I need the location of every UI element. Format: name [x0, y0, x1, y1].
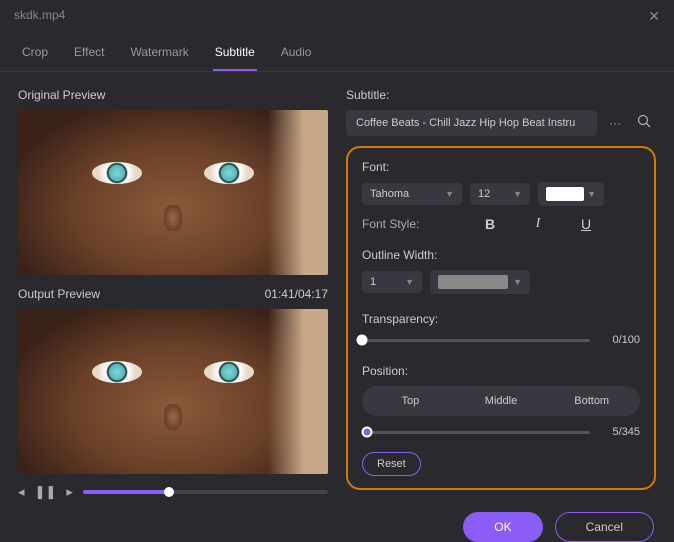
position-value: 5/345	[600, 426, 640, 438]
chevron-down-icon: ▼	[513, 277, 522, 287]
font-size-select[interactable]: 12▼	[470, 183, 530, 205]
close-icon[interactable]: ✕	[648, 8, 660, 25]
timecode: 01:41/04:17	[265, 287, 328, 301]
tab-subtitle[interactable]: Subtitle	[213, 39, 257, 71]
prev-icon[interactable]: ◂	[18, 484, 25, 500]
cancel-button[interactable]: Cancel	[555, 512, 654, 542]
font-family-select[interactable]: Tahoma▼	[362, 183, 462, 205]
tab-watermark[interactable]: Watermark	[128, 39, 190, 71]
pause-icon[interactable]: ❚❚	[35, 484, 57, 500]
search-icon[interactable]	[633, 110, 656, 136]
tab-effect[interactable]: Effect	[72, 39, 106, 71]
position-label: Position:	[362, 364, 640, 378]
footer: OK Cancel	[0, 508, 674, 542]
outline-color-select[interactable]: ▼	[430, 270, 530, 294]
chevron-down-icon: ▼	[587, 189, 596, 199]
font-style-label: Font Style:	[362, 217, 462, 231]
italic-button[interactable]: I	[518, 216, 558, 232]
tab-audio[interactable]: Audio	[279, 39, 314, 71]
outline-width-select[interactable]: 1▼	[362, 271, 422, 293]
subtitle-label: Subtitle:	[346, 88, 656, 102]
font-label: Font:	[362, 160, 640, 174]
bold-button[interactable]: B	[470, 216, 510, 232]
transparency-label: Transparency:	[362, 312, 640, 326]
original-preview-label: Original Preview	[18, 88, 328, 102]
tab-crop[interactable]: Crop	[20, 39, 50, 71]
output-preview-label: Output Preview	[18, 287, 100, 301]
reset-button[interactable]: Reset	[362, 452, 421, 476]
playback-controls: ◂ ❚❚ ▸	[18, 484, 328, 500]
transparency-slider[interactable]	[362, 339, 590, 342]
transparency-value: 0/100	[600, 334, 640, 346]
subtitle-style-panel: Font: Tahoma▼ 12▼ ▼ Font Style: B I U Ou…	[346, 146, 656, 490]
next-icon[interactable]: ▸	[66, 484, 73, 500]
titlebar: skdk.mp4 ✕	[0, 0, 674, 33]
original-preview	[18, 110, 328, 275]
window-title: skdk.mp4	[14, 8, 65, 25]
chevron-down-icon: ▼	[445, 189, 454, 199]
color-swatch-gray	[438, 275, 508, 289]
chevron-down-icon: ▼	[405, 277, 414, 287]
subtitle-input[interactable]	[346, 110, 597, 136]
font-color-select[interactable]: ▼	[538, 182, 604, 206]
underline-button[interactable]: U	[566, 216, 606, 232]
output-preview	[18, 309, 328, 474]
position-slider[interactable]	[362, 431, 590, 434]
outline-width-label: Outline Width:	[362, 248, 640, 262]
progress-slider[interactable]	[83, 490, 328, 494]
position-buttons: Top Middle Bottom	[362, 386, 640, 416]
more-icon[interactable]: ···	[605, 112, 625, 134]
color-swatch-white	[546, 187, 584, 201]
position-middle-button[interactable]: Middle	[456, 389, 547, 413]
chevron-down-icon: ▼	[513, 189, 522, 199]
position-bottom-button[interactable]: Bottom	[546, 389, 637, 413]
tabs: Crop Effect Watermark Subtitle Audio	[0, 33, 674, 72]
position-top-button[interactable]: Top	[365, 389, 456, 413]
ok-button[interactable]: OK	[463, 512, 542, 542]
